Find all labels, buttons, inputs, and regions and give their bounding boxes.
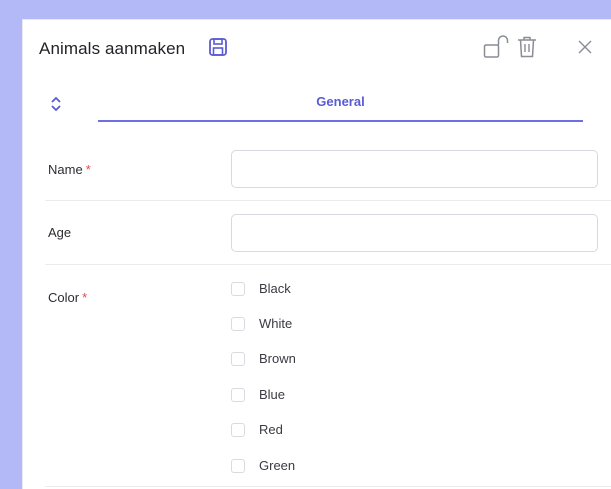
divider xyxy=(45,200,611,201)
tab-general[interactable]: General xyxy=(98,86,583,122)
chevron-up-down-icon[interactable] xyxy=(49,94,63,114)
dialog-header: Animals aanmaken xyxy=(23,20,611,76)
name-label: Name * xyxy=(48,162,91,177)
checkbox-label: Black xyxy=(259,281,291,296)
required-marker: * xyxy=(82,290,88,305)
save-icon[interactable] xyxy=(208,37,228,57)
checkbox-label: White xyxy=(259,316,293,331)
checkbox-label: Red xyxy=(259,422,283,437)
checkbox[interactable] xyxy=(231,459,245,473)
name-label-text: Name xyxy=(48,162,83,177)
trash-icon[interactable] xyxy=(516,35,538,59)
unlock-icon[interactable] xyxy=(483,34,509,60)
required-marker: * xyxy=(85,162,91,177)
name-input[interactable] xyxy=(231,150,598,188)
divider xyxy=(45,486,611,487)
age-input[interactable] xyxy=(231,214,598,252)
age-label-text: Age xyxy=(48,225,72,240)
close-icon[interactable] xyxy=(576,38,594,56)
checkbox[interactable] xyxy=(231,352,245,366)
checkbox-label: Green xyxy=(259,458,296,473)
checkbox-label: Blue xyxy=(259,387,286,402)
dialog-title: Animals aanmaken xyxy=(39,39,186,58)
checkbox[interactable] xyxy=(231,317,245,331)
checkbox[interactable] xyxy=(231,388,245,402)
age-label: Age xyxy=(48,225,71,240)
checkbox[interactable] xyxy=(231,423,245,437)
tab-bar: General xyxy=(23,86,611,126)
divider xyxy=(45,264,611,265)
checkbox[interactable] xyxy=(231,282,245,296)
color-label-text: Color xyxy=(48,290,80,305)
color-label: Color * xyxy=(48,290,87,305)
checkbox-label: Brown xyxy=(259,351,296,366)
create-dialog: Animals aanmaken General Name * Age Colo… xyxy=(22,19,611,489)
